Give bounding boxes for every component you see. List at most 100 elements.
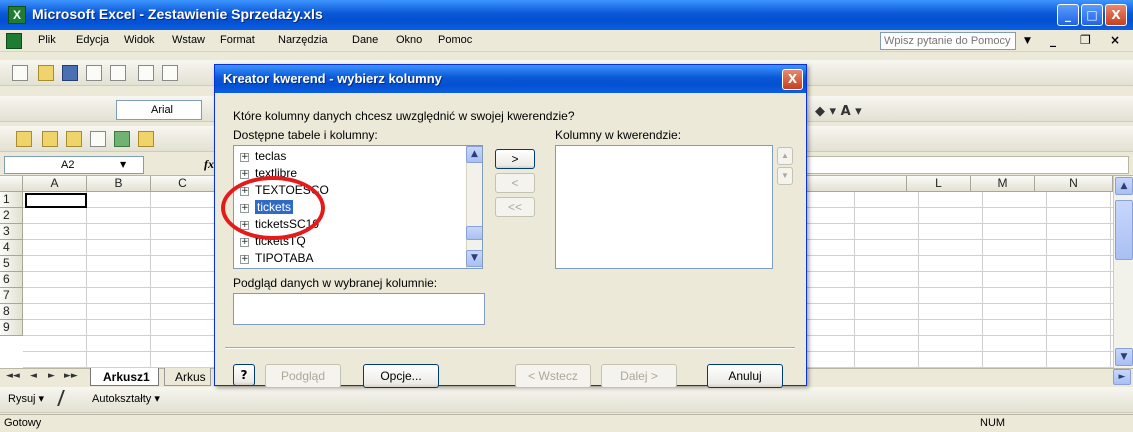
row-header-7[interactable]: 7 xyxy=(0,288,23,304)
review-icon-6[interactable] xyxy=(138,131,154,147)
list-item[interactable]: + teclas xyxy=(240,148,286,165)
list-scroll-down-icon[interactable]: ▼ xyxy=(466,250,482,267)
column-header-m[interactable]: M xyxy=(971,176,1035,192)
menu-narzedzia[interactable]: Narzędzia xyxy=(278,34,328,46)
save-icon[interactable] xyxy=(62,65,78,81)
dialog-close-button[interactable]: X xyxy=(782,69,803,90)
excel-icon[interactable]: X xyxy=(8,6,26,24)
list-item-selected[interactable]: + tickets xyxy=(240,199,294,216)
expand-icon[interactable]: + xyxy=(240,170,249,179)
maximize-button[interactable]: □ xyxy=(1081,4,1103,26)
active-cell[interactable] xyxy=(25,193,87,208)
row-header-2[interactable]: 2 xyxy=(0,208,23,224)
column-header-l[interactable]: L xyxy=(907,176,971,192)
expand-icon[interactable]: + xyxy=(240,221,249,230)
vertical-scrollbar[interactable]: ▲ ▼ xyxy=(1113,176,1133,368)
print-icon[interactable] xyxy=(138,65,154,81)
row-header-5[interactable]: 5 xyxy=(0,256,23,272)
menu-wstaw[interactable]: Wstaw xyxy=(172,34,205,46)
scroll-down-icon[interactable]: ▼ xyxy=(1115,348,1133,366)
workbook-icon[interactable] xyxy=(6,33,22,49)
cancel-button[interactable]: Anuluj xyxy=(707,364,783,388)
menu-pomoc[interactable]: Pomoc xyxy=(438,34,472,46)
dialog-title-bar[interactable]: Kreator kwerend - wybierz kolumny X xyxy=(215,65,806,93)
sheet-tab-arkusz1[interactable]: Arkusz1 xyxy=(90,368,159,386)
row-header-6[interactable]: 6 xyxy=(0,272,23,288)
mdi-close-button[interactable]: × xyxy=(1110,33,1120,47)
list-scroll-up-icon[interactable]: ▲ xyxy=(466,146,482,163)
help-icon[interactable]: ? xyxy=(233,364,255,386)
column-header-n[interactable]: N xyxy=(1035,176,1113,192)
preview-data-box[interactable] xyxy=(233,293,485,325)
font-name-select[interactable]: Arial xyxy=(116,100,202,120)
fill-and-font-color-controls[interactable]: ◆ ▾ A ▾ xyxy=(815,104,862,119)
help-dropdown-icon[interactable]: ▼ xyxy=(1024,36,1031,46)
menu-dane[interactable]: Dane xyxy=(352,34,378,46)
move-up-icon[interactable]: ▲ xyxy=(777,147,793,165)
list-item[interactable]: + TEXTOESCO xyxy=(240,182,329,199)
list-item[interactable]: + TIPOTABA xyxy=(240,250,313,267)
scroll-thumb[interactable] xyxy=(1115,200,1133,260)
review-icon-4[interactable] xyxy=(90,131,106,147)
next-sheet-icon[interactable]: ► xyxy=(48,371,55,381)
select-all-corner[interactable] xyxy=(0,176,23,192)
open-icon[interactable] xyxy=(38,65,54,81)
preview-button[interactable]: Podgląd xyxy=(265,364,341,388)
available-list-scrollbar[interactable]: ▲ ▼ xyxy=(466,146,482,268)
help-question-input[interactable] xyxy=(880,32,1016,50)
prev-sheet-icon[interactable]: ◄ xyxy=(30,371,37,381)
close-button[interactable]: X xyxy=(1105,4,1127,26)
next-button[interactable]: Dalej > xyxy=(601,364,677,388)
remove-all-columns-button[interactable]: << xyxy=(495,197,535,217)
permission-icon[interactable] xyxy=(86,65,102,81)
expand-icon[interactable]: + xyxy=(240,187,249,196)
review-icon-2[interactable] xyxy=(42,131,58,147)
list-item[interactable]: + ticketsSC10 xyxy=(240,216,319,233)
row-header-8[interactable]: 8 xyxy=(0,304,23,320)
print-preview-icon[interactable] xyxy=(162,65,178,81)
review-icon-5[interactable] xyxy=(114,131,130,147)
first-sheet-icon[interactable]: ◄◄ xyxy=(6,371,20,381)
column-header-b[interactable]: B xyxy=(87,176,151,192)
menu-format[interactable]: Format xyxy=(220,34,255,46)
scroll-right-icon[interactable]: ► xyxy=(1113,369,1131,385)
menu-edycja[interactable]: Edycja xyxy=(76,34,109,46)
autoshapes-menu-button[interactable]: Autokształty ▾ xyxy=(92,392,160,405)
draw-menu-button[interactable]: Rysuj ▾ xyxy=(8,392,44,405)
row-header-4[interactable]: 4 xyxy=(0,240,23,256)
menu-okno[interactable]: Okno xyxy=(396,34,422,46)
row-header-1[interactable]: 1 xyxy=(0,192,23,208)
remove-column-button[interactable]: < xyxy=(495,173,535,193)
new-icon[interactable] xyxy=(12,65,28,81)
expand-icon[interactable]: + xyxy=(240,255,249,264)
insert-function-icon[interactable]: fx xyxy=(204,157,214,172)
add-column-button[interactable]: > xyxy=(495,149,535,169)
list-item[interactable]: + textlibre xyxy=(240,165,297,182)
row-header-3[interactable]: 3 xyxy=(0,224,23,240)
email-icon[interactable] xyxy=(110,65,126,81)
last-sheet-icon[interactable]: ►► xyxy=(64,371,78,381)
review-icon-3[interactable] xyxy=(66,131,82,147)
expand-icon[interactable]: + xyxy=(240,153,249,162)
move-down-icon[interactable]: ▼ xyxy=(777,167,793,185)
review-icon-1[interactable] xyxy=(16,131,32,147)
row-header-9[interactable]: 9 xyxy=(0,320,23,336)
name-box-dropdown-icon[interactable]: ▼ xyxy=(120,160,126,169)
column-header-a[interactable]: A xyxy=(23,176,87,192)
back-button[interactable]: < Wstecz xyxy=(515,364,591,388)
minimize-button[interactable]: _ xyxy=(1057,4,1079,26)
mdi-minimize-button[interactable]: _ xyxy=(1050,33,1056,47)
menu-widok[interactable]: Widok xyxy=(124,34,155,46)
column-header-c[interactable]: C xyxy=(151,176,215,192)
scroll-up-icon[interactable]: ▲ xyxy=(1115,177,1133,195)
list-item[interactable]: + ticketsTQ xyxy=(240,233,306,250)
mdi-restore-button[interactable]: ❐ xyxy=(1080,33,1091,47)
list-scroll-thumb[interactable] xyxy=(466,226,482,240)
available-columns-list[interactable]: + teclas + textlibre + TEXTOESCO + tickets +… xyxy=(233,145,483,269)
menu-plik[interactable]: Plik xyxy=(38,34,56,46)
query-columns-list[interactable] xyxy=(555,145,773,269)
expand-icon[interactable]: + xyxy=(240,238,249,247)
options-button[interactable]: Opcje... xyxy=(363,364,439,388)
horizontal-scrollbar[interactable]: ► xyxy=(1000,369,1133,385)
sheet-tab-arkusz2[interactable]: Arkus xyxy=(164,368,211,386)
